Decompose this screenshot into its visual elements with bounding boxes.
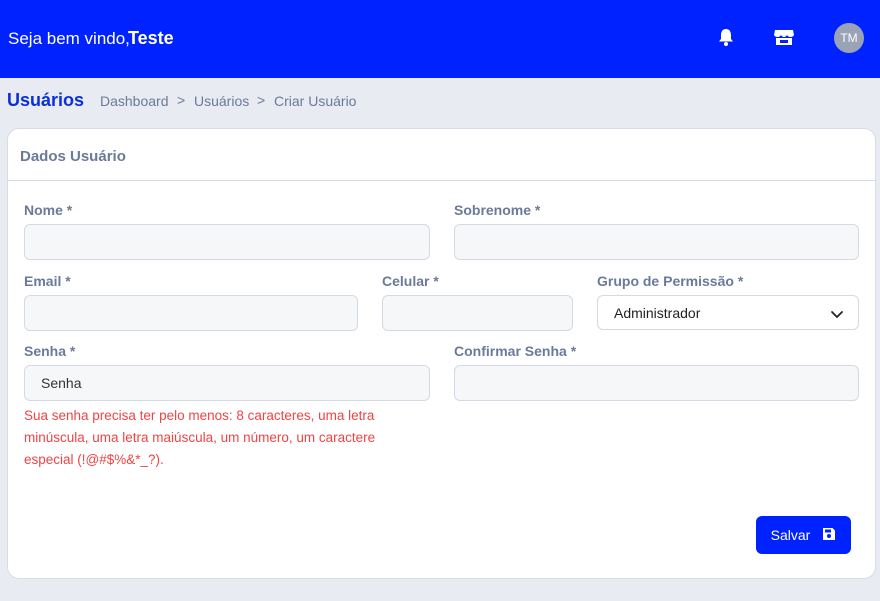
nome-label: Nome *	[24, 202, 73, 218]
grupo-permissao-select[interactable]: Administrador	[597, 295, 859, 330]
confirmar-senha-label: Confirmar Senha *	[454, 343, 577, 359]
store-icon[interactable]	[773, 26, 795, 48]
senha-label: Senha *	[24, 343, 76, 359]
save-button-label: Salvar	[770, 527, 811, 543]
floppy-disk-icon	[822, 527, 836, 544]
sobrenome-label: Sobrenome *	[454, 202, 541, 218]
card-title: Dados Usuário	[20, 148, 126, 165]
breadcrumb-separator: >	[257, 92, 266, 108]
user-data-card: Dados Usuário Nome * Sobrenome * Email *…	[7, 128, 876, 579]
celular-label: Celular *	[382, 273, 439, 289]
welcome-user-name: Teste	[128, 28, 174, 48]
breadcrumb-criar-usuario: Criar Usuário	[274, 93, 357, 109]
breadcrumb-dashboard[interactable]: Dashboard	[100, 93, 169, 109]
avatar[interactable]: TM	[834, 23, 864, 53]
password-requirements-hint: Sua senha precisa ter pelo menos: 8 cara…	[24, 408, 376, 467]
avatar-initials: TM	[840, 31, 858, 45]
email-label: Email *	[24, 273, 71, 289]
email-input[interactable]	[24, 295, 358, 331]
breadcrumb-separator: >	[177, 92, 186, 108]
senha-placeholder: Senha	[41, 375, 82, 391]
chevron-down-icon	[830, 307, 844, 323]
celular-input[interactable]	[382, 295, 573, 331]
confirmar-senha-input[interactable]	[454, 365, 859, 401]
grupo-permissao-label: Grupo de Permissão *	[597, 273, 744, 289]
welcome-text: Seja bem vindo,	[8, 29, 130, 48]
bell-icon[interactable]	[715, 26, 737, 48]
save-button[interactable]: Salvar	[756, 516, 851, 554]
page-title: Usuários	[7, 90, 85, 110]
top-bar: Seja bem vindo, Teste TM	[0, 0, 880, 78]
sobrenome-input[interactable]	[454, 224, 859, 260]
grupo-permissao-value: Administrador	[614, 304, 701, 321]
breadcrumb-usuarios[interactable]: Usuários	[194, 93, 249, 109]
nome-input[interactable]	[24, 224, 430, 260]
senha-input[interactable]: Senha	[24, 365, 430, 401]
card-divider	[8, 180, 875, 181]
